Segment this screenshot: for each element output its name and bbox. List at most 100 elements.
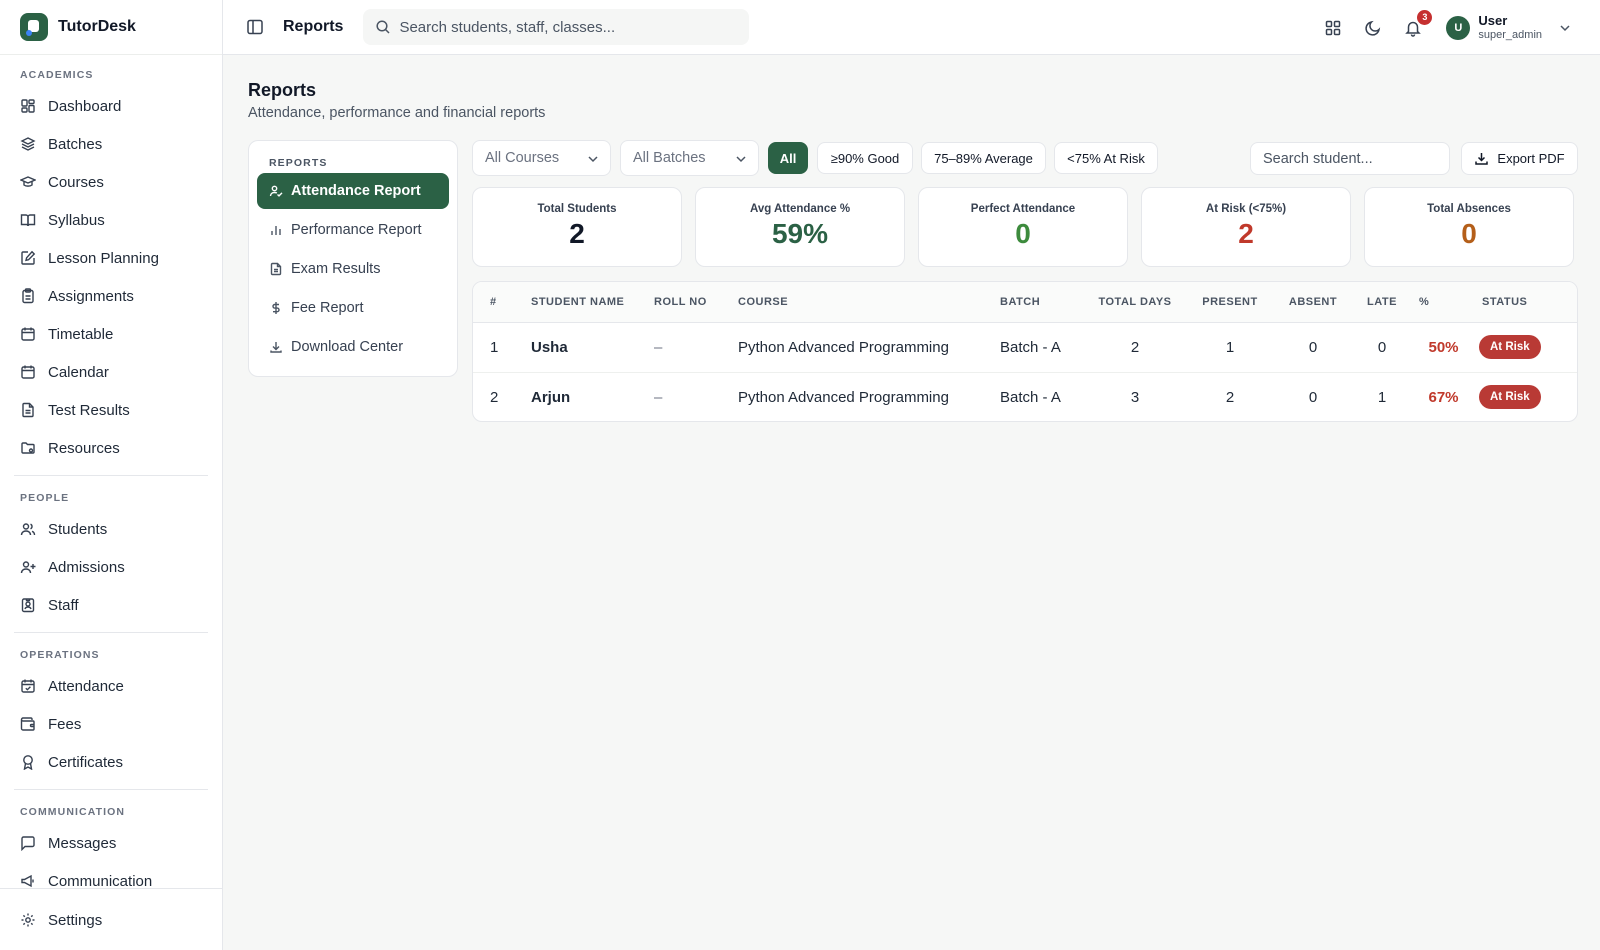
clipboard-icon xyxy=(22,288,34,304)
cell-percent: 67% xyxy=(1428,388,1459,406)
sidebar-item-label: Resources xyxy=(48,439,120,457)
sidebar-item-label: Admissions xyxy=(48,558,125,576)
dollar-icon xyxy=(272,302,280,314)
filter-chip-average[interactable]: 75–89% Average xyxy=(921,142,1046,174)
moon-icon[interactable] xyxy=(1364,19,1382,37)
sidebar-item-lesson-planning[interactable]: Lesson Planning xyxy=(8,239,214,277)
download-icon xyxy=(1475,153,1489,165)
cell-num: 2 xyxy=(490,388,499,406)
graduation-cap-icon xyxy=(20,176,36,187)
sidebar-item-assignments[interactable]: Assignments xyxy=(8,277,214,315)
sidebar-item-staff[interactable]: Staff xyxy=(8,586,214,624)
brand[interactable]: TutorDesk xyxy=(0,0,222,55)
sidebar-item-resources[interactable]: Resources xyxy=(8,429,214,467)
chevron-down-icon xyxy=(736,156,746,163)
cell-status: At Risk xyxy=(1476,322,1577,373)
sidebar-item-label: Communication xyxy=(48,872,153,889)
sidebar-item-fees[interactable]: Fees xyxy=(8,705,214,743)
cell-roll-no: – xyxy=(654,322,738,373)
stats-row: Total Students 2 Avg Attendance % 59% Pe… xyxy=(472,187,1578,267)
sidebar-item-calendar[interactable]: Calendar xyxy=(8,353,214,391)
report-item-exam-results[interactable]: Exam Results xyxy=(257,251,449,287)
stat-label: At Risk (<75%) xyxy=(1205,203,1287,215)
status-badge: At Risk xyxy=(1479,385,1541,410)
section-label-operations: OPERATIONS xyxy=(20,649,100,661)
cell-num: 1 xyxy=(473,322,531,373)
col-header: LATE xyxy=(1353,282,1411,323)
cell-present: 1 xyxy=(1187,322,1273,373)
attendance-table: # STUDENT NAME ROLL NO COURSE BATCH TOTA… xyxy=(473,282,1577,421)
calendar-check-icon xyxy=(21,679,35,693)
table-row[interactable]: 2 Arjun – Python Advanced Programming Ba… xyxy=(473,372,1577,421)
calendar-icon xyxy=(21,365,35,379)
sidebar-item-admissions[interactable]: Admissions xyxy=(8,548,214,586)
cell-present: 2 xyxy=(1225,388,1235,406)
student-search-input[interactable] xyxy=(1250,142,1450,175)
avatar[interactable]: U xyxy=(1446,15,1471,40)
filters-bar: All Courses All Batches All ≥90% Good 75… xyxy=(472,140,1578,176)
logo-icon xyxy=(20,13,48,41)
grid-icon[interactable] xyxy=(1324,19,1342,37)
stat-value: 2 xyxy=(1238,218,1254,249)
sidebar-item-attendance[interactable]: Attendance xyxy=(8,667,214,705)
sidebar-item-label: Fees xyxy=(48,715,82,733)
sidebar-item-syllabus[interactable]: Syllabus xyxy=(8,201,214,239)
sidebar-item-dashboard[interactable]: Dashboard xyxy=(8,87,214,125)
megaphone-icon xyxy=(21,874,34,888)
report-item-label: Download Center xyxy=(291,339,404,355)
sidebar-item-timetable[interactable]: Timetable xyxy=(8,315,214,353)
sidebar-item-batches[interactable]: Batches xyxy=(8,125,214,163)
section-label-communication: COMMUNICATION xyxy=(20,806,126,818)
sidebar-item-label: Timetable xyxy=(48,325,114,343)
course-select[interactable]: All Courses xyxy=(472,140,611,176)
report-item-performance[interactable]: Performance Report xyxy=(257,212,449,248)
sidebar-item-courses[interactable]: Courses xyxy=(8,163,214,201)
report-item-label: Fee Report xyxy=(291,300,364,316)
table-row[interactable]: 1 Usha – Python Advanced Programming Bat… xyxy=(473,322,1577,373)
stat-value: 2 xyxy=(569,218,585,249)
user-menu[interactable]: User super_admin xyxy=(1478,13,1542,40)
attendance-table-card: # STUDENT NAME ROLL NO COURSE BATCH TOTA… xyxy=(472,281,1578,422)
notification-badge: 3 xyxy=(1417,9,1433,25)
download-icon xyxy=(270,342,282,353)
sidebar-item-communication[interactable]: Communication xyxy=(8,862,214,888)
edit-note-icon xyxy=(21,250,36,265)
col-header: # xyxy=(473,282,531,323)
col-header: COURSE xyxy=(738,282,1000,323)
global-search-input[interactable] xyxy=(399,18,730,36)
filter-chip-at-risk[interactable]: <75% At Risk xyxy=(1054,142,1158,174)
chevron-down-icon[interactable] xyxy=(1558,21,1572,35)
file-text-icon xyxy=(22,402,34,418)
sidebar-item-settings[interactable]: Settings xyxy=(8,901,214,939)
section-label-academics: ACADEMICS xyxy=(20,69,94,81)
sidebar-item-label: Assignments xyxy=(48,287,134,305)
user-name: User xyxy=(1478,13,1508,29)
sidebar-toggle-icon[interactable] xyxy=(245,17,265,37)
stat-card-perfect-attendance: Perfect Attendance 0 xyxy=(918,187,1128,267)
cell-course: Python Advanced Programming xyxy=(738,388,949,406)
sidebar-item-students[interactable]: Students xyxy=(8,510,214,548)
sidebar-item-certificates[interactable]: Certificates xyxy=(8,743,214,781)
report-item-label: Performance Report xyxy=(291,222,422,238)
sidebar-item-messages[interactable]: Messages xyxy=(8,824,214,862)
col-header: PRESENT xyxy=(1187,282,1273,323)
batch-select[interactable]: All Batches xyxy=(620,140,759,176)
report-item-download-center[interactable]: Download Center xyxy=(257,329,449,365)
filter-chip-good[interactable]: ≥90% Good xyxy=(817,142,913,174)
sidebar-item-label: Dashboard xyxy=(48,97,122,115)
sidebar-item-test-results[interactable]: Test Results xyxy=(8,391,214,429)
page-title: Reports xyxy=(248,80,317,100)
gear-icon xyxy=(21,913,35,927)
report-item-label: Attendance Report xyxy=(291,183,421,199)
export-pdf-button[interactable]: Export PDF xyxy=(1461,142,1578,175)
sidebar-item-label: Attendance xyxy=(48,677,124,695)
filter-chip-all[interactable]: All xyxy=(768,142,808,174)
report-item-fee[interactable]: Fee Report xyxy=(257,290,449,326)
notifications-button[interactable]: 3 xyxy=(1404,9,1433,37)
col-header: BATCH xyxy=(1000,282,1083,323)
report-item-attendance[interactable]: Attendance Report xyxy=(257,173,449,209)
topbar-actions: 3 U User super_admin xyxy=(1302,0,1572,55)
chevron-down-icon xyxy=(588,156,598,163)
layers-icon xyxy=(20,137,36,151)
global-search xyxy=(363,9,750,45)
